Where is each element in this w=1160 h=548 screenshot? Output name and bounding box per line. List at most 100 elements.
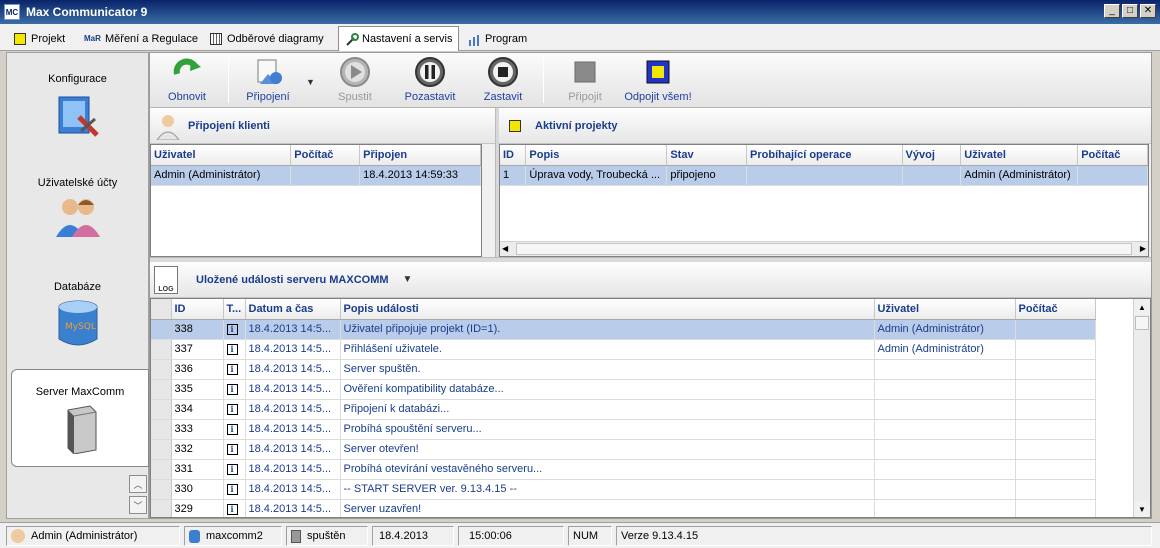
- tab-label: Projekt: [31, 33, 66, 45]
- column-header[interactable]: ID: [171, 299, 224, 320]
- table-cell: Admin (Administrátor): [960, 165, 1079, 186]
- window-title: Max Communicator 9: [26, 5, 148, 19]
- column-header[interactable]: Uživatel: [151, 145, 292, 166]
- status-user-text: Admin (Administrátor): [31, 530, 138, 542]
- table-row[interactable]: 1 Úprava vody, Troubecká ... připojeno A…: [500, 165, 1148, 186]
- tab-nastaveni-a-servis[interactable]: Nastavení a servis: [338, 26, 460, 51]
- table-row[interactable]: 329 i 18.4.2013 14:5... Server uzavřen!: [151, 499, 1096, 517]
- row-selector[interactable]: [151, 399, 172, 420]
- table-row[interactable]: 332 i 18.4.2013 14:5... Server otevřen!: [151, 439, 1096, 460]
- column-header[interactable]: ID: [500, 145, 527, 166]
- column-header[interactable]: Datum a čas: [245, 299, 341, 320]
- column-header[interactable]: Počítač: [1015, 299, 1096, 320]
- sidebar-item-databaze[interactable]: Databáze MySQL: [7, 281, 148, 350]
- row-selector[interactable]: [151, 459, 172, 480]
- column-header[interactable]: Vývoj: [902, 145, 962, 166]
- table-cell: Server uzavřen!: [340, 499, 875, 517]
- info-icon: i: [226, 364, 238, 375]
- table-row[interactable]: 335 i 18.4.2013 14:5... Ověření kompatibili…: [151, 379, 1096, 400]
- tab-mereni-a-regulace[interactable]: MaR Měření a Regulace: [78, 28, 204, 50]
- column-header[interactable]: Uživatel: [960, 145, 1079, 166]
- connection-button[interactable]: Připojení: [242, 56, 294, 103]
- column-header[interactable]: Uživatel: [874, 299, 1016, 320]
- sidebar-item-konfigurace[interactable]: Konfigurace: [7, 73, 148, 144]
- tab-label: Odběrové diagramy: [227, 33, 324, 45]
- scrollbar-thumb[interactable]: [516, 243, 1132, 255]
- stop-button[interactable]: Zastavit: [480, 56, 526, 103]
- refresh-button[interactable]: Obnovit: [162, 56, 212, 103]
- row-selector[interactable]: [151, 499, 172, 517]
- info-icon: i: [226, 344, 238, 355]
- events-dropdown-arrow[interactable]: ▼: [403, 274, 413, 285]
- status-user: Admin (Administrátor): [6, 526, 180, 546]
- table-cell: [874, 359, 1016, 380]
- column-header[interactable]: Probíhající operace: [746, 145, 903, 166]
- connect-button[interactable]: Připojit: [560, 56, 610, 103]
- sidebar-item-server-maxcomm[interactable]: Server MaxComm: [11, 369, 149, 467]
- table-cell: Admin (Administrátor): [874, 319, 1016, 340]
- column-header[interactable]: Stav: [666, 145, 748, 166]
- table-cell: Uživatel připojuje projekt (ID=1).: [340, 319, 875, 340]
- info-icon: i: [226, 504, 238, 515]
- table-cell: Připojení k databázi...: [340, 399, 875, 420]
- content-area: Obnovit Připojení ▼ Spustit Pozastavit Z…: [149, 52, 1152, 519]
- scroll-left-arrow[interactable]: ◀: [502, 244, 508, 253]
- column-header[interactable]: Popis události: [340, 299, 875, 320]
- clients-panel-header: Připojení klienti: [150, 108, 495, 144]
- title-bar: MC Max Communicator 9 _ □ ✕: [0, 0, 1160, 24]
- table-cell: 18.4.2013 14:5...: [245, 379, 341, 400]
- table-row[interactable]: 336 i 18.4.2013 14:5... Server spuštěn.: [151, 359, 1096, 380]
- scrollbar-thumb[interactable]: [1135, 316, 1149, 330]
- table-cell: [874, 499, 1016, 517]
- table-cell: 18.4.2013 14:5...: [245, 319, 341, 340]
- events-vertical-scrollbar[interactable]: ▲ ▼: [1133, 299, 1150, 517]
- table-row[interactable]: 330 i 18.4.2013 14:5... -- START SERVER ver…: [151, 479, 1096, 500]
- column-header[interactable]: T...: [223, 299, 246, 320]
- row-selector[interactable]: [151, 479, 172, 500]
- table-row[interactable]: 338 i 18.4.2013 14:5... Uživatel připojuje …: [151, 319, 1096, 340]
- info-icon: i: [226, 424, 238, 435]
- maximize-button[interactable]: □: [1122, 4, 1138, 18]
- table-cell: 18.4.2013 14:59:33: [359, 165, 481, 186]
- server-toolbar: Obnovit Připojení ▼ Spustit Pozastavit Z…: [150, 53, 1151, 108]
- column-header[interactable]: Počítač: [1077, 145, 1148, 166]
- table-row[interactable]: 334 i 18.4.2013 14:5... Připojení k databáz…: [151, 399, 1096, 420]
- row-selector[interactable]: [151, 439, 172, 460]
- info-icon: i: [226, 324, 238, 335]
- connection-dropdown-arrow[interactable]: ▼: [306, 77, 315, 87]
- row-selector[interactable]: [151, 359, 172, 380]
- row-selector[interactable]: [151, 319, 172, 340]
- start-button[interactable]: Spustit: [333, 56, 377, 103]
- column-header[interactable]: Připojen: [359, 145, 481, 166]
- column-header[interactable]: Počítač: [290, 145, 361, 166]
- scroll-down-arrow[interactable]: ▼: [1134, 501, 1150, 517]
- scroll-up-arrow[interactable]: ▲: [1134, 299, 1150, 315]
- tools-icon: [345, 33, 359, 46]
- row-selector[interactable]: [151, 379, 172, 400]
- pause-button[interactable]: Pozastavit: [402, 56, 458, 103]
- sidebar-scroll-down-button[interactable]: ﹀: [129, 496, 147, 514]
- row-selector[interactable]: [151, 339, 172, 360]
- table-cell: Admin (Administrátor): [151, 165, 292, 186]
- tab-odberove-diagramy[interactable]: Odběrové diagramy: [204, 28, 330, 50]
- table-cell: [874, 379, 1016, 400]
- table-cell: Probíhá otevírání vestavěného serveru...: [340, 459, 875, 480]
- table-row[interactable]: Admin (Administrátor) 18.4.2013 14:59:33: [151, 165, 481, 186]
- table-row[interactable]: 333 i 18.4.2013 14:5... Probíhá spouštění s…: [151, 419, 1096, 440]
- table-cell: Server spuštěn.: [340, 359, 875, 380]
- tab-program[interactable]: Program: [462, 28, 533, 50]
- row-selector[interactable]: [151, 419, 172, 440]
- close-button[interactable]: ✕: [1140, 4, 1156, 18]
- scroll-right-arrow[interactable]: ▶: [1140, 244, 1146, 253]
- stop-icon: [488, 57, 518, 87]
- projects-horizontal-scrollbar[interactable]: ◀ ▶: [500, 241, 1148, 256]
- tab-projekt[interactable]: Projekt: [8, 28, 71, 50]
- minimize-button[interactable]: _: [1104, 4, 1120, 18]
- disconnect-all-button[interactable]: Odpojit všem!: [622, 56, 694, 103]
- sidebar-scroll-up-button[interactable]: ︿: [129, 475, 147, 493]
- table-row[interactable]: 331 i 18.4.2013 14:5... Probíhá otevírání v…: [151, 459, 1096, 480]
- table-row[interactable]: 337 i 18.4.2013 14:5... Přihlášení uživatel…: [151, 339, 1096, 360]
- column-header[interactable]: Popis: [525, 145, 668, 166]
- table-cell: Přihlášení uživatele.: [340, 339, 875, 360]
- sidebar-item-uzivatelske-ucty[interactable]: Uživatelské účty: [7, 177, 148, 242]
